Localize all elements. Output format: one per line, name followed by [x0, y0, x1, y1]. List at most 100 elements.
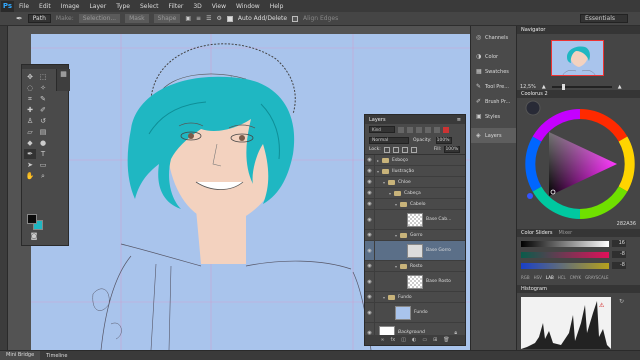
eraser-tool-icon[interactable]: ▱ [24, 127, 36, 137]
navigator-zoom-value[interactable]: 12,5% [520, 84, 536, 90]
layer-row[interactable]: ◉ ▾ Ilustração [365, 166, 465, 177]
navigator-thumbnail[interactable] [551, 40, 604, 76]
slider-a[interactable]: -8 [521, 251, 626, 258]
navigator-zoom-slider[interactable] [551, 83, 612, 90]
visibility-eye-icon[interactable]: ◉ [365, 230, 375, 240]
dock-color[interactable]: ◑ Color [471, 49, 516, 64]
mode-hcl[interactable]: HCL [558, 275, 566, 280]
tab-mini-bridge[interactable]: Mini Bridge [0, 351, 41, 360]
slider-a-track[interactable] [521, 252, 609, 258]
filter-toggle-icon[interactable] [443, 126, 449, 133]
layer-row-selected[interactable]: ◉ Base Gorro [365, 241, 465, 261]
color-wheel[interactable] [517, 98, 640, 229]
brush-presets-icon[interactable]: ▦ [57, 69, 70, 79]
visibility-eye-icon[interactable]: ◉ [365, 210, 375, 229]
quick-mask-icon[interactable]: ◙ [28, 231, 40, 241]
coolorus-tab[interactable]: Coolorus 2 [517, 90, 640, 98]
filter-adjustment-icon[interactable] [407, 126, 413, 133]
layer-row[interactable]: ◉ ▾ Cabeça [365, 188, 465, 199]
path-selection-tool-icon[interactable]: ➤ [24, 160, 36, 170]
slider-b-value[interactable]: -8 [612, 262, 626, 269]
lock-image-icon[interactable] [392, 146, 399, 153]
mixer-tab-label[interactable]: Mixer [559, 230, 579, 236]
make-mask-button[interactable]: Mask [125, 14, 149, 23]
menu-edit[interactable]: Edit [34, 3, 56, 10]
filter-pixel-icon[interactable] [398, 126, 404, 133]
marquee-tool-icon[interactable]: ⬚ [37, 72, 49, 82]
slider-l-track[interactable] [521, 241, 609, 247]
layer-style-icon[interactable]: fx [391, 337, 396, 343]
clone-stamp-tool-icon[interactable]: ♙ [24, 116, 36, 126]
visibility-eye-icon[interactable]: ◉ [365, 166, 375, 176]
quick-select-tool-icon[interactable]: ✧ [37, 83, 49, 93]
menu-type[interactable]: Type [111, 3, 135, 10]
layer-row[interactable]: ◉ ▸ Esboço [365, 155, 465, 166]
opacity-input[interactable]: 100% [435, 136, 452, 144]
lock-transparent-icon[interactable] [383, 146, 390, 153]
gear-icon[interactable]: ⚙ [216, 15, 221, 22]
histogram-tab[interactable]: Histogram [517, 285, 640, 293]
dock-tool-presets[interactable]: ✎ Tool Pre... [471, 79, 516, 94]
layer-row[interactable]: ◉ Base Cab... [365, 210, 465, 230]
auto-add-delete-checkbox[interactable] [226, 15, 233, 22]
type-tool-icon[interactable]: T [37, 149, 49, 159]
trash-icon[interactable]: 🗑︎ [443, 337, 449, 343]
mode-cmyk[interactable]: CMYK [570, 275, 581, 280]
visibility-eye-icon[interactable]: ◉ [365, 155, 375, 165]
layers-tab-label[interactable]: Layers [369, 117, 386, 123]
layer-row[interactable]: ◉ ▾ Fundo [365, 292, 465, 303]
pen-tool-icon[interactable]: ✒ [24, 149, 36, 159]
make-shape-button[interactable]: Shape [153, 14, 181, 23]
lock-all-icon[interactable] [410, 146, 417, 153]
mode-rgb[interactable]: RGB [521, 275, 530, 280]
fill-input[interactable]: 100% [444, 146, 461, 153]
visibility-eye-icon[interactable]: ◉ [365, 177, 375, 187]
lasso-tool-icon[interactable]: ◌ [24, 83, 36, 93]
menu-image[interactable]: Image [56, 3, 85, 10]
dock-styles[interactable]: ▣ Styles [471, 109, 516, 124]
menu-3d[interactable]: 3D [188, 3, 206, 10]
new-group-icon[interactable]: ▭ [422, 337, 427, 343]
make-selection-button[interactable]: Selection... [78, 14, 121, 23]
path-operations-icon[interactable]: ▣ [185, 15, 191, 22]
layer-row[interactable]: ◉ ▾ Rosto [365, 261, 465, 272]
hand-tool-icon[interactable]: ✋ [24, 171, 36, 181]
align-edges-checkbox[interactable] [292, 15, 299, 22]
healing-brush-tool-icon[interactable]: ✚ [24, 105, 36, 115]
visibility-eye-icon[interactable]: ◉ [365, 188, 375, 198]
dock-channels[interactable]: ◎ Channels [471, 30, 516, 45]
path-arrangement-icon[interactable]: ☰ [206, 15, 211, 22]
eyedropper-tool-icon[interactable]: ✎ [37, 94, 49, 104]
zoom-tool-icon[interactable]: ⌕ [37, 171, 49, 181]
foreground-color-swatch[interactable] [27, 214, 37, 224]
history-brush-tool-icon[interactable]: ↺ [37, 116, 49, 126]
gradient-tool-icon[interactable]: ▤ [37, 127, 49, 137]
add-mask-icon[interactable]: ◫ [401, 337, 406, 343]
blend-mode-select[interactable]: Normal [369, 136, 409, 144]
menu-filter[interactable]: Filter [164, 3, 189, 10]
menu-file[interactable]: File [14, 3, 34, 10]
zoom-out-icon[interactable]: ▲ [542, 84, 546, 90]
filter-smart-object-icon[interactable] [434, 126, 440, 133]
new-layer-icon[interactable]: ⊞ [433, 337, 437, 343]
menu-view[interactable]: View [207, 3, 231, 10]
current-color-hex[interactable]: 282A36 [617, 221, 636, 227]
slider-b[interactable]: -8 [521, 262, 626, 269]
tool-mode-select[interactable]: Path [27, 14, 51, 23]
shape-tool-icon[interactable]: ▭ [37, 160, 49, 170]
crop-tool-icon[interactable]: ⌗ [24, 94, 36, 104]
color-sliders-tab[interactable]: Color Sliders Mixer [517, 229, 640, 237]
dock-brush-presets[interactable]: ✐ Brush Pr... [471, 94, 516, 109]
dodge-tool-icon[interactable]: ● [37, 138, 49, 148]
slider-l-value[interactable]: 16 [612, 240, 626, 247]
menu-help[interactable]: Help [265, 3, 289, 10]
path-alignment-icon[interactable]: ≡ [196, 15, 201, 22]
visibility-eye-icon[interactable]: ◉ [365, 272, 375, 291]
zoom-in-icon[interactable]: ▲ [618, 84, 622, 90]
layer-row[interactable]: ◉ ▾ Chloe [365, 177, 465, 188]
dock-layers[interactable]: ◈ Layers [471, 128, 516, 143]
workspace-select[interactable]: Essentials [580, 14, 628, 23]
layer-row[interactable]: ◉ ▾ Gorro [365, 230, 465, 241]
navigator-tab[interactable]: Navigator [517, 26, 640, 34]
menu-layer[interactable]: Layer [84, 3, 111, 10]
